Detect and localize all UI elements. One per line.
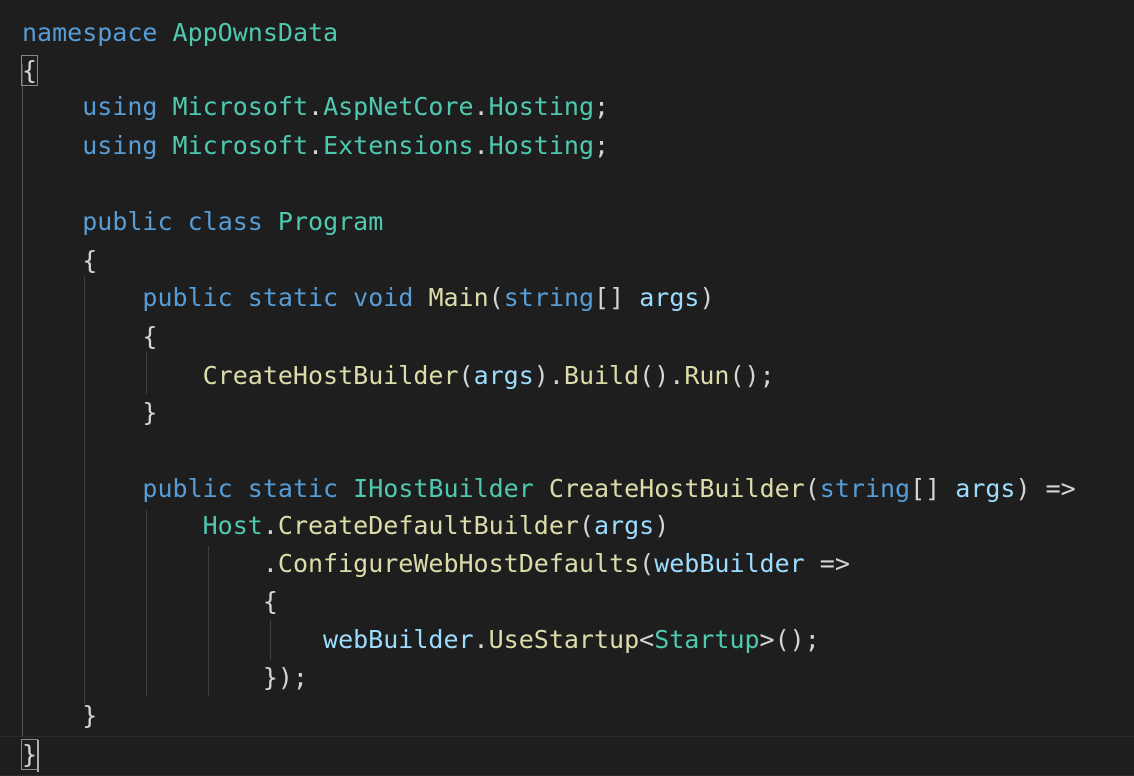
type-argument: Startup bbox=[654, 625, 760, 654]
paren: ( bbox=[458, 361, 474, 390]
code-line-19[interactable]: } bbox=[22, 697, 97, 735]
array-brackets: [] bbox=[910, 474, 941, 503]
dot: . bbox=[308, 131, 324, 160]
dot: . bbox=[473, 131, 489, 160]
namespace-part: Microsoft bbox=[172, 92, 309, 121]
semicolon: ; bbox=[594, 92, 610, 121]
namespace-part: Microsoft bbox=[172, 131, 309, 160]
keyword: static bbox=[247, 474, 339, 503]
code-line-8[interactable]: public static void Main(string[] args) bbox=[22, 279, 715, 317]
paren: ( bbox=[488, 283, 504, 312]
dot: . bbox=[262, 549, 278, 578]
keyword: class bbox=[187, 207, 263, 236]
keyword: static bbox=[247, 283, 339, 312]
code-line-18[interactable]: }); bbox=[22, 659, 308, 697]
code-line-13[interactable]: public static IHostBuilder CreateHostBui… bbox=[22, 470, 1076, 508]
code-line-3[interactable]: using Microsoft.AspNetCore.Hosting; bbox=[22, 88, 609, 126]
keyword: string bbox=[819, 474, 911, 503]
method-name: CreateHostBuilder bbox=[548, 474, 805, 503]
paren: ) bbox=[1015, 474, 1031, 503]
argument: args bbox=[594, 511, 655, 540]
code-line-10[interactable]: CreateHostBuilder(args).Build().Run(); bbox=[22, 357, 775, 395]
current-line-highlight bbox=[0, 736, 1134, 776]
code-line-20[interactable]: } bbox=[20, 736, 39, 774]
class-reference: Host bbox=[202, 511, 263, 540]
dot: . bbox=[262, 511, 278, 540]
parameter: args bbox=[639, 283, 700, 312]
keyword: using bbox=[82, 92, 158, 121]
namespace-part: Hosting bbox=[488, 92, 595, 121]
method-call: UseStartup bbox=[488, 625, 640, 654]
keyword: string bbox=[503, 283, 595, 312]
namespace-part: AspNetCore bbox=[323, 92, 474, 121]
dot: . bbox=[308, 92, 324, 121]
open-brace: { bbox=[82, 246, 98, 275]
paren: ). bbox=[533, 361, 564, 390]
dot: . bbox=[473, 92, 489, 121]
call-end: }); bbox=[262, 663, 308, 692]
text-cursor bbox=[37, 740, 39, 772]
paren: ( bbox=[639, 549, 655, 578]
close-brace: } bbox=[20, 739, 39, 770]
call-end: (); bbox=[774, 625, 820, 654]
lambda-parameter: webBuilder bbox=[654, 549, 805, 578]
keyword: public bbox=[142, 283, 233, 312]
variable: webBuilder bbox=[323, 625, 474, 654]
lambda-arrow: => bbox=[819, 549, 850, 578]
code-line-6[interactable]: public class Program bbox=[22, 203, 383, 241]
code-line-14[interactable]: Host.CreateDefaultBuilder(args) bbox=[22, 507, 670, 545]
dot: . bbox=[473, 625, 489, 654]
namespace-part: Extensions bbox=[323, 131, 474, 160]
open-brace: { bbox=[262, 587, 278, 616]
code-line-16[interactable]: { bbox=[22, 583, 278, 621]
open-brace: { bbox=[20, 55, 39, 86]
parameter: args bbox=[955, 474, 1016, 503]
paren: ( bbox=[578, 511, 594, 540]
method-call: Build bbox=[563, 361, 640, 390]
paren: ) bbox=[654, 511, 670, 540]
code-line-11[interactable]: } bbox=[22, 394, 157, 432]
method-call: Run bbox=[684, 361, 730, 390]
close-brace: } bbox=[142, 398, 158, 427]
keyword: public bbox=[142, 474, 233, 503]
lambda-arrow: => bbox=[1045, 474, 1076, 503]
argument: args bbox=[473, 361, 534, 390]
code-line-15[interactable]: .ConfigureWebHostDefaults(webBuilder => bbox=[22, 545, 850, 583]
code-line-17[interactable]: webBuilder.UseStartup<Startup>(); bbox=[22, 621, 820, 659]
close-brace: } bbox=[82, 701, 98, 730]
keyword: public bbox=[82, 207, 173, 236]
array-brackets: [] bbox=[594, 283, 625, 312]
code-line-2[interactable]: { bbox=[20, 52, 39, 90]
code-line-4[interactable]: using Microsoft.Extensions.Hosting; bbox=[22, 127, 609, 165]
method-call: CreateDefaultBuilder bbox=[277, 511, 579, 540]
paren: (); bbox=[729, 361, 775, 390]
paren: ) bbox=[699, 283, 715, 312]
keyword: void bbox=[353, 283, 414, 312]
keyword: namespace bbox=[22, 18, 158, 47]
method-name: Main bbox=[428, 283, 489, 312]
code-line-1[interactable]: namespace AppOwnsData bbox=[22, 14, 338, 52]
code-line-9[interactable]: { bbox=[22, 318, 157, 356]
keyword: using bbox=[82, 131, 158, 160]
paren: ( bbox=[804, 474, 820, 503]
angle-bracket: < bbox=[639, 625, 655, 654]
code-line-7[interactable]: { bbox=[22, 242, 97, 280]
namespace-part: Hosting bbox=[488, 131, 595, 160]
code-editor[interactable]: namespace AppOwnsData { using Microsoft.… bbox=[0, 0, 1134, 776]
return-type: IHostBuilder bbox=[353, 474, 534, 503]
namespace-name: AppOwnsData bbox=[172, 18, 339, 47]
paren: (). bbox=[639, 361, 685, 390]
open-brace: { bbox=[142, 322, 158, 351]
method-call: ConfigureWebHostDefaults bbox=[277, 549, 640, 578]
semicolon: ; bbox=[594, 131, 610, 160]
class-name: Program bbox=[277, 207, 384, 236]
method-call: CreateHostBuilder bbox=[202, 361, 459, 390]
angle-bracket: > bbox=[759, 625, 775, 654]
